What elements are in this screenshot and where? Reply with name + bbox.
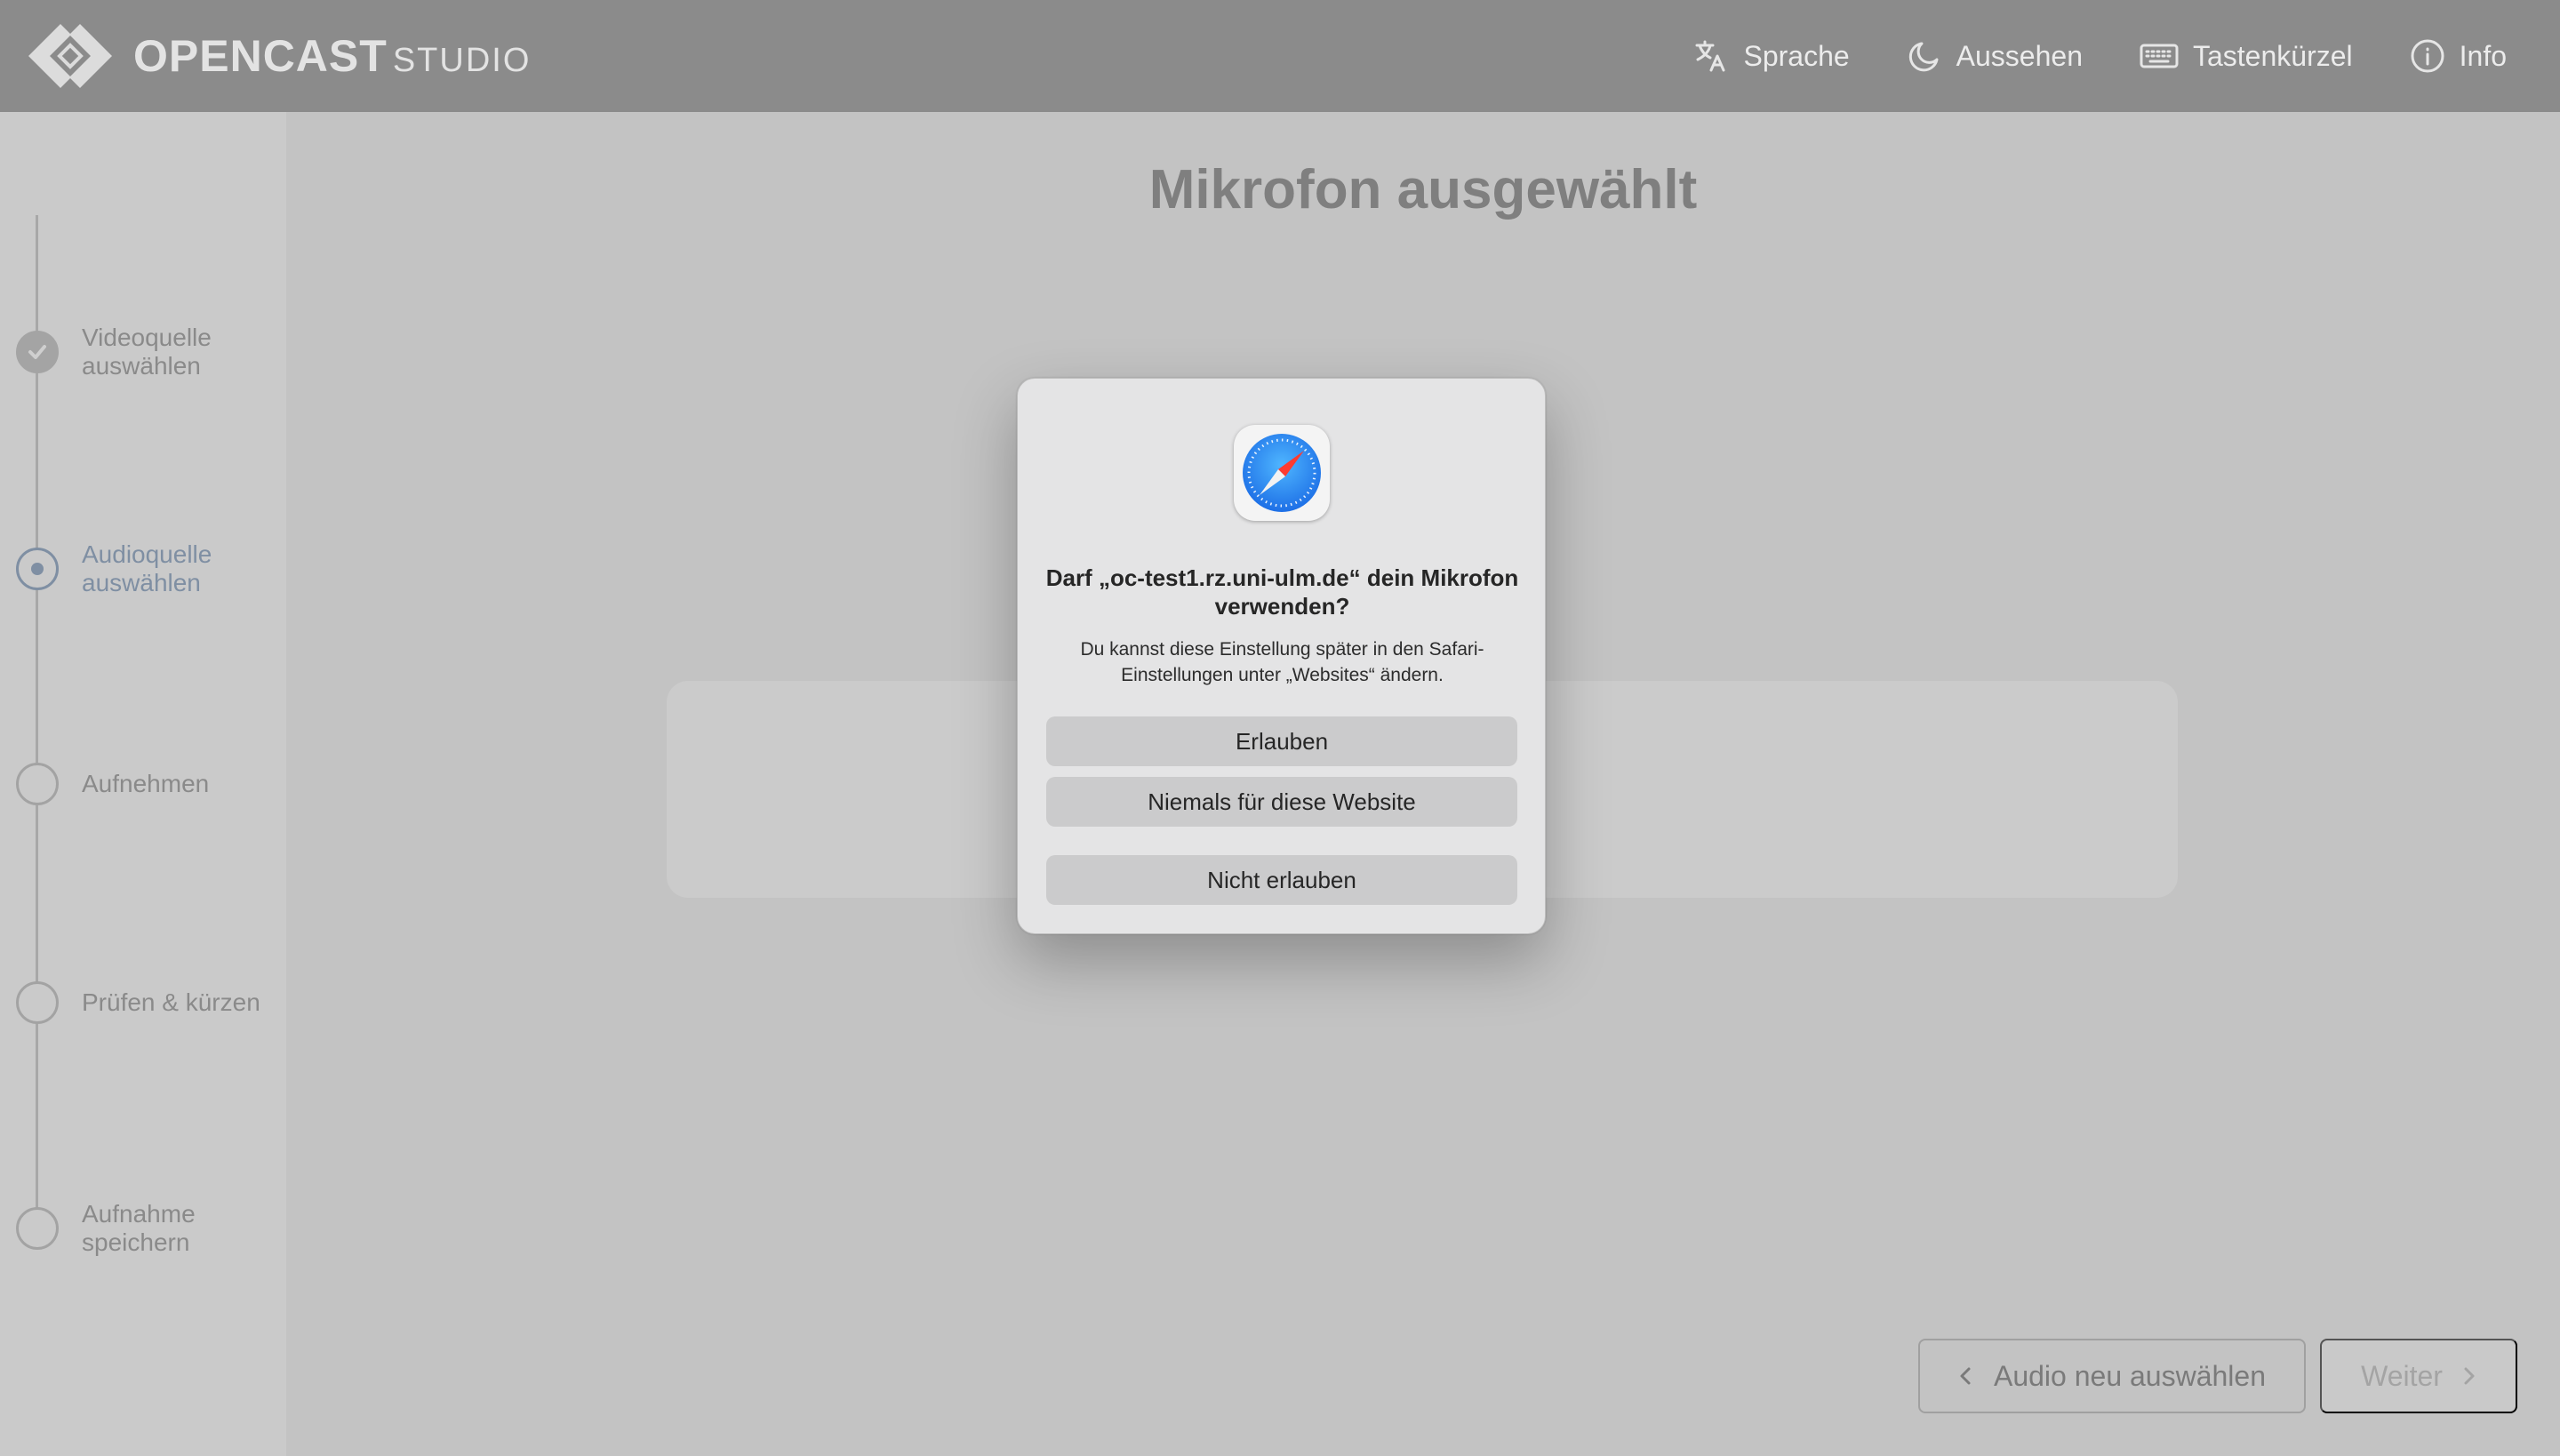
language-button[interactable]: Sprache [1693,38,1850,74]
steps-sidebar: Videoquelle auswählen Audioquelle auswäh… [0,112,286,1456]
next-label: Weiter [2361,1359,2443,1392]
allow-button[interactable]: Erlauben [1046,716,1517,766]
step-video-source[interactable]: Videoquelle auswählen [16,324,277,380]
logo-main-text: OPENCAST [133,31,388,81]
step-done-indicator [16,331,59,373]
reselect-audio-button[interactable]: Audio neu auswählen [1918,1339,2306,1413]
step-label: Aufnahme speichern [82,1200,196,1256]
step-current-indicator [16,548,59,590]
shortcuts-label: Tastenkürzel [2192,39,2353,72]
top-header: OPENCAST STUDIO Sprache Aussehen Tastenk… [0,0,2560,112]
info-button[interactable]: Info [2410,38,2507,74]
info-icon [2411,39,2444,73]
compass-graphic [1243,434,1321,512]
step-pending-indicator [16,763,59,805]
dialog-title: Darf „oc-test1.rz.uni-ulm.de“ dein Mikro… [1045,564,1519,620]
checkmark-icon [28,345,46,359]
shortcuts-button[interactable]: Tastenkürzel [2140,38,2353,74]
microphone-permission-dialog: Darf „oc-test1.rz.uni-ulm.de“ dein Mikro… [1017,378,1546,934]
current-dot [31,563,44,575]
moon-icon [1908,42,1939,72]
chevron-left-icon [1960,1367,1971,1385]
opencast-logo-icon [28,24,112,88]
step-record: Aufnehmen [16,763,277,805]
step-label: Aufnehmen [82,770,210,797]
step-label: Prüfen & kürzen [82,988,260,1016]
step-label: Videoquelle auswählen [82,324,212,380]
step-save-recording: Aufnahme speichern [16,1200,277,1257]
step-pending-indicator [16,1207,59,1250]
keyboard-icon [2140,44,2179,68]
appearance-label: Aussehen [1956,39,2083,72]
logo-sub-text: STUDIO [392,42,532,79]
step-pending-indicator [16,981,59,1024]
step-review-trim: Prüfen & kürzen [16,981,277,1024]
step-audio-source[interactable]: Audioquelle auswählen [16,540,277,597]
language-label: Sprache [1743,39,1850,72]
next-button[interactable]: Weiter [2320,1339,2517,1413]
dialog-message: Du kannst diese Einstellung später in de… [1080,639,1484,685]
page-title: Mikrofon ausgewählt [1148,159,1698,220]
info-label: Info [2459,39,2507,72]
reselect-audio-label: Audio neu auswählen [1993,1359,2266,1392]
safari-compass-icon [1234,425,1330,521]
never-for-website-button[interactable]: Niemals für diese Website [1046,777,1517,827]
chevron-right-icon [2464,1367,2475,1385]
step-label: Audioquelle auswählen [82,540,212,596]
opencast-logo[interactable]: OPENCAST STUDIO [27,21,531,91]
translate-icon [1695,40,1725,72]
header-nav: Sprache Aussehen Tastenkürzel Info [1636,0,2507,112]
logo-text: OPENCAST STUDIO [133,30,531,82]
deny-button[interactable]: Nicht erlauben [1046,855,1517,905]
appearance-button[interactable]: Aussehen [1907,38,2083,74]
